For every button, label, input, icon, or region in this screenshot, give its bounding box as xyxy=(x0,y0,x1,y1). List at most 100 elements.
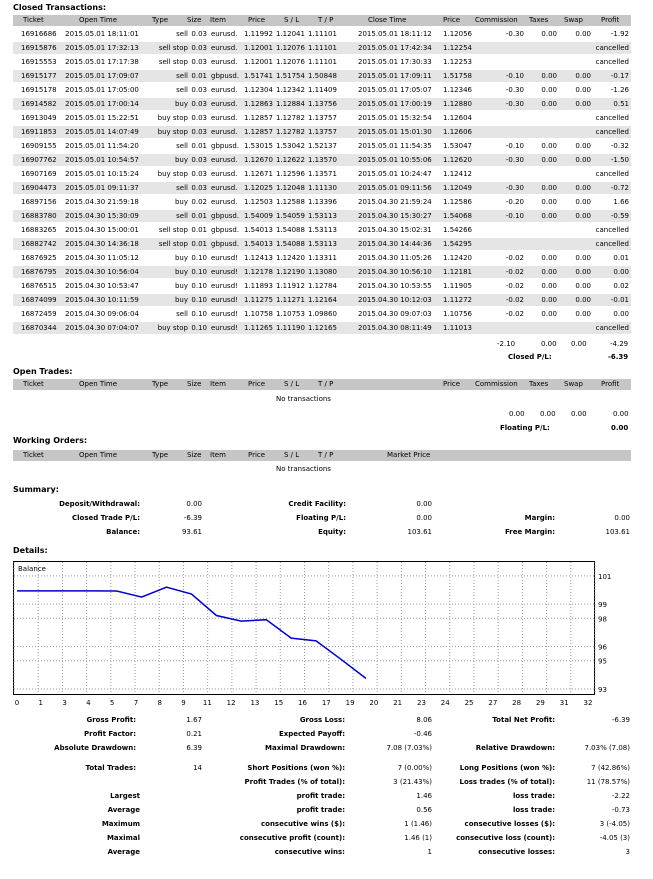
table-cell: 1.12857 xyxy=(244,114,273,122)
table-cell: eurusd! xyxy=(211,254,238,262)
table-cell: -1.50 xyxy=(610,156,629,164)
summary-floating-value: 0.00 xyxy=(416,514,432,522)
table-cell: 0.01 xyxy=(613,254,629,262)
abs-drawdown-value: 6.39 xyxy=(186,744,202,752)
loss-trades-value: 11 (78.57%) xyxy=(586,778,630,786)
open-trades-title: Open Trades: xyxy=(13,367,73,376)
table-row: 16915178 2015.05.01 17:05:00 sell 0.03 eurus… xyxy=(13,84,631,96)
table-cell: buy xyxy=(174,268,188,276)
x-tick-label: 11 xyxy=(203,699,212,707)
table-cell: cancelled xyxy=(595,44,629,52)
table-cell: 16915177 xyxy=(21,72,57,80)
profit-factor-label: Profit Factor: xyxy=(83,730,136,738)
x-tick-label: 27 xyxy=(488,699,497,707)
table-cell: 0.01 xyxy=(191,142,207,150)
table-row: 16883780 2015.04.30 15:30:09 sell 0.01 gbpus… xyxy=(13,210,631,222)
floating-pl-label: Floating P/L: xyxy=(500,424,550,432)
table-cell: 1.12884 xyxy=(276,100,305,108)
free-margin-value: 103.61 xyxy=(605,528,631,536)
table-cell: eurusd. xyxy=(211,58,238,66)
chart-title: Balance xyxy=(18,565,46,573)
closed-trade-pl-value: -6.39 xyxy=(183,514,202,522)
y-tick-label: 98 xyxy=(598,615,607,623)
short-positions-value: 7 (0.00%) xyxy=(397,764,432,772)
table-cell: gbpusd. xyxy=(211,240,240,248)
table-cell: 0.00 xyxy=(541,198,557,206)
table-cell: eurusd! xyxy=(211,268,238,276)
table-cell: 2015.04.30 15:00:01 xyxy=(65,226,139,234)
summary-floating-label: Floating P/L: xyxy=(296,514,346,522)
free-margin-label: Free Margin: xyxy=(504,528,555,536)
table-cell: 2015.04.30 07:04:07 xyxy=(65,324,139,332)
margin-value: 0.00 xyxy=(614,514,630,522)
maximal-profit-value: 1.46 (1) xyxy=(404,834,432,842)
table-cell: 0.01 xyxy=(191,226,207,234)
total-trades-value: 14 xyxy=(193,764,202,772)
max-wins-label: consecutive wins ($): xyxy=(260,820,345,828)
x-tick-label: 28 xyxy=(512,699,521,707)
table-cell: 1.13757 xyxy=(308,114,337,122)
gross-loss-label: Gross Loss: xyxy=(299,716,345,724)
table-cell: 1.53015 xyxy=(244,142,273,150)
open-header: Ticket Open Time Type Size Item Price S / L T /… xyxy=(13,379,631,390)
y-tick-label: 101 xyxy=(598,573,611,581)
table-cell: eurusd. xyxy=(211,44,238,52)
x-tick-label: 5 xyxy=(110,699,114,707)
table-cell: 0.00 xyxy=(541,72,557,80)
table-row: 16876925 2015.04.30 11:05:12 buy 0.10 eurusd… xyxy=(13,252,631,264)
table-row: 16911853 2015.05.01 14:07:49 buy stop 0.03 e… xyxy=(13,126,631,138)
table-cell: 0.00 xyxy=(575,254,591,262)
closed-header-5: Price xyxy=(248,16,266,24)
table-row: 16907762 2015.05.01 10:54:57 buy 0.03 eurusd… xyxy=(13,154,631,166)
table-cell: 16883780 xyxy=(21,212,57,220)
table-cell: 2015.04.30 10:11:59 xyxy=(65,296,139,304)
long-positions-value: 7 (42.86%) xyxy=(591,764,630,772)
chart-xticks: 0 1 3 4 5 7 8 9 11 12 13 15 16 17 19 20 21 23 24 25 27 28 29 31… xyxy=(15,699,593,707)
open-header-0: Ticket xyxy=(23,380,44,388)
table-cell: 1.54088 xyxy=(276,226,305,234)
table-cell: 1.12342 xyxy=(276,86,305,94)
table-cell: 0.00 xyxy=(575,296,591,304)
table-row: 16909155 2015.05.01 11:54:20 sell 0.01 gbpus… xyxy=(13,140,631,152)
x-tick-label: 7 xyxy=(134,699,138,707)
table-cell: 0.00 xyxy=(541,282,557,290)
working-empty: No transactions xyxy=(276,465,331,473)
maximal-loss-value: -4.05 (3) xyxy=(599,834,630,842)
table-cell: 0.00 xyxy=(575,212,591,220)
table-cell: 2015.04.30 09:06:04 xyxy=(65,310,139,318)
table-cell: 1.54009 xyxy=(244,212,273,220)
closed-header-0: Ticket xyxy=(23,16,44,24)
x-tick-label: 13 xyxy=(250,699,259,707)
table-cell: 16911853 xyxy=(21,128,57,136)
table-cell: 1.12604 xyxy=(443,114,472,122)
table-cell: 0.00 xyxy=(575,30,591,38)
x-tick-label: 19 xyxy=(346,699,355,707)
table-cell: 2015.05.01 18:11:01 xyxy=(65,30,139,38)
table-cell: 1.13080 xyxy=(308,268,337,276)
table-cell: -0.10 xyxy=(505,142,524,150)
table-cell: sell xyxy=(176,142,188,150)
table-cell: 16870344 xyxy=(21,324,57,332)
table-cell: 1.11275 xyxy=(244,296,273,304)
short-positions-label: Short Positions (won %): xyxy=(247,764,345,772)
margin-label: Margin: xyxy=(524,514,555,522)
table-cell: 16872459 xyxy=(21,310,57,318)
table-row: 16876515 2015.04.30 10:53:47 buy 0.10 eurusd… xyxy=(13,280,631,292)
table-cell: 0.00 xyxy=(575,72,591,80)
table-cell: 0.03 xyxy=(191,100,207,108)
table-cell: 1.10753 xyxy=(276,310,305,318)
table-cell: eurusd. xyxy=(211,86,238,94)
x-tick-label: 25 xyxy=(465,699,474,707)
table-cell: 0.03 xyxy=(191,30,207,38)
table-cell: cancelled xyxy=(595,226,629,234)
table-cell: eurusd! xyxy=(211,324,238,332)
table-cell: 1.12606 xyxy=(443,128,472,136)
x-tick-label: 31 xyxy=(560,699,569,707)
table-cell: 1.54295 xyxy=(443,240,472,248)
x-tick-label: 20 xyxy=(369,699,378,707)
table-cell: 1.13311 xyxy=(308,254,337,262)
open-header-1: Open Time xyxy=(79,380,118,388)
avg-losses-label: consecutive losses: xyxy=(478,848,555,856)
table-cell: -0.01 xyxy=(610,296,629,304)
table-cell: 1.12420 xyxy=(276,254,305,262)
